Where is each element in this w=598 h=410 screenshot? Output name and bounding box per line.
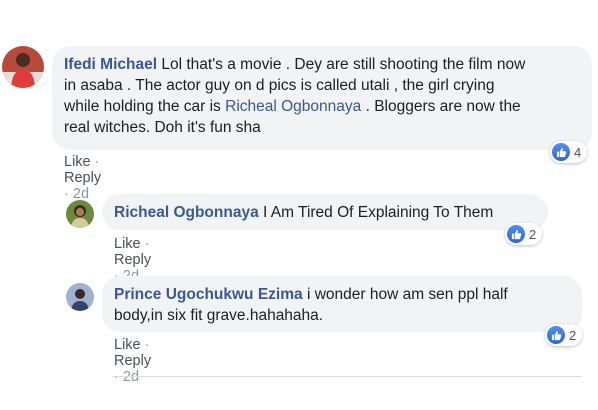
comment-actions: Like · Reply · 2d: [114, 337, 151, 385]
comment-text: i wonder how am sen ppl half: [307, 286, 508, 303]
comment-line: real witches. Doh it's fun sha: [64, 117, 580, 138]
reaction-count: 4: [574, 144, 582, 160]
comment-text-segment: Lol that's a movie . Dey are still shoot…: [161, 56, 526, 73]
avatar[interactable]: [2, 46, 44, 88]
comment-line: while holding the car is Richeal Ogbonna…: [64, 96, 580, 117]
comment-line: Richeal Ogbonnaya I Am Tired Of Explaini…: [114, 202, 536, 223]
comment-text: Lol that's a movie . Dey are still shoot…: [161, 56, 525, 73]
reaction-summary[interactable]: 4: [550, 141, 588, 163]
comment-text: I Am Tired Of Explaining To Them: [263, 204, 493, 221]
comment-timestamp[interactable]: 2d: [123, 369, 139, 385]
reaction-summary[interactable]: 2: [505, 223, 543, 245]
separator-dot: ·: [114, 369, 119, 385]
comment-text-segment: body,in six fit grave.hahahaha.: [114, 307, 324, 324]
comment-actions: Like · Reply · 2d: [64, 154, 101, 202]
avatar[interactable]: [66, 200, 94, 228]
comment-text-segment: real witches. Doh it's fun sha: [64, 119, 261, 136]
comment-line: Prince Ugochukwu Ezima i wonder how am s…: [114, 284, 570, 305]
separator-dot: ·: [64, 186, 69, 202]
reaction-count: 2: [529, 226, 537, 242]
comment-bubble: Prince Ugochukwu Ezima i wonder how am s…: [102, 276, 582, 332]
like-thumb-icon: [552, 143, 570, 161]
reaction-summary[interactable]: 2: [545, 324, 583, 346]
like-button[interactable]: Like: [114, 337, 141, 353]
like-button[interactable]: Like: [64, 154, 91, 170]
comment-text-segment: I Am Tired Of Explaining To Them: [263, 204, 494, 221]
reply-button[interactable]: Reply: [114, 252, 151, 268]
comment-author[interactable]: Prince Ugochukwu Ezima: [114, 286, 303, 303]
divider: [112, 376, 582, 377]
avatar[interactable]: [66, 283, 94, 311]
like-thumb-icon: [547, 326, 565, 344]
like-thumb-icon: [507, 225, 525, 243]
comment-text-segment: in asaba . The actor guy on d pics is ca…: [64, 77, 495, 94]
separator-dot: ·: [94, 154, 100, 170]
separator-dot: ·: [144, 337, 150, 353]
reply-button[interactable]: Reply: [64, 170, 101, 186]
reaction-count: 2: [569, 327, 577, 343]
separator-dot: ·: [144, 236, 150, 252]
reply-button[interactable]: Reply: [114, 353, 151, 369]
comment-text-segment: . Bloggers are now the: [361, 98, 521, 115]
mention-link[interactable]: Richeal Ogbonnaya: [225, 98, 361, 115]
comment-line: in asaba . The actor guy on d pics is ca…: [64, 75, 580, 96]
comment-author[interactable]: Richeal Ogbonnaya: [114, 204, 259, 221]
comment-line: body,in six fit grave.hahahaha.: [114, 305, 570, 326]
comment-text-segment: while holding the car is: [64, 98, 226, 115]
like-button[interactable]: Like: [114, 236, 141, 252]
comment-line: Ifedi Michael Lol that's a movie . Dey a…: [64, 54, 580, 75]
comment-text-segment: i wonder how am sen ppl half: [306, 286, 508, 303]
comment-bubble: Ifedi Michael Lol that's a movie . Dey a…: [52, 46, 592, 150]
comment-author[interactable]: Ifedi Michael: [64, 56, 157, 73]
comment-bubble: Richeal Ogbonnaya I Am Tired Of Explaini…: [102, 194, 548, 230]
